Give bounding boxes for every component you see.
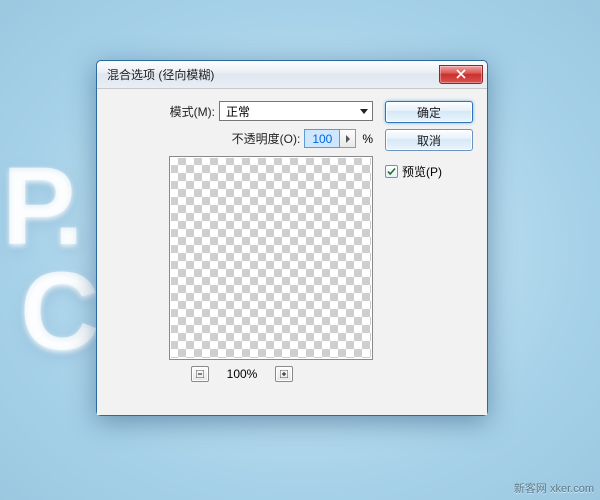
plus-icon (280, 370, 288, 378)
chevron-right-icon (345, 135, 351, 143)
opacity-spinner[interactable] (340, 129, 356, 148)
chevron-down-icon (360, 109, 368, 114)
left-column: 模式(M): 正常 不透明度(O): % 100% (111, 101, 373, 405)
ok-button[interactable]: 确定 (385, 101, 473, 123)
preview-checkbox-row[interactable]: 预览(P) (385, 163, 473, 180)
close-icon (456, 69, 466, 79)
zoom-value: 100% (227, 367, 258, 381)
watermark: 新客网 xker.com (514, 480, 594, 496)
preview-label: 预览(P) (402, 163, 442, 180)
dialog-title: 混合选项 (径向模糊) (107, 66, 439, 83)
zoom-in-button[interactable] (275, 366, 293, 382)
zoom-out-button[interactable] (191, 366, 209, 382)
dialog-body: 模式(M): 正常 不透明度(O): % 100% (97, 89, 487, 415)
preview-checkbox[interactable] (385, 165, 398, 178)
cancel-button[interactable]: 取消 (385, 129, 473, 151)
mode-select[interactable]: 正常 (219, 101, 373, 121)
right-column: 确定 取消 预览(P) (385, 101, 473, 405)
blend-options-dialog: 混合选项 (径向模糊) 模式(M): 正常 不透明度(O): % (96, 60, 488, 416)
opacity-unit: % (362, 132, 373, 146)
mode-value: 正常 (226, 103, 250, 120)
check-icon (387, 167, 396, 176)
opacity-input[interactable] (304, 129, 340, 148)
mode-label: 模式(M): (170, 103, 215, 120)
opacity-row: 不透明度(O): % (111, 129, 373, 148)
zoom-controls: 100% (111, 366, 373, 382)
preview-canvas (169, 156, 373, 360)
dialog-titlebar[interactable]: 混合选项 (径向模糊) (97, 61, 487, 89)
minus-icon (196, 370, 204, 378)
background-ice-text: P. C (2, 155, 91, 364)
close-button[interactable] (439, 65, 483, 84)
opacity-label: 不透明度(O): (232, 130, 301, 147)
mode-row: 模式(M): 正常 (111, 101, 373, 121)
